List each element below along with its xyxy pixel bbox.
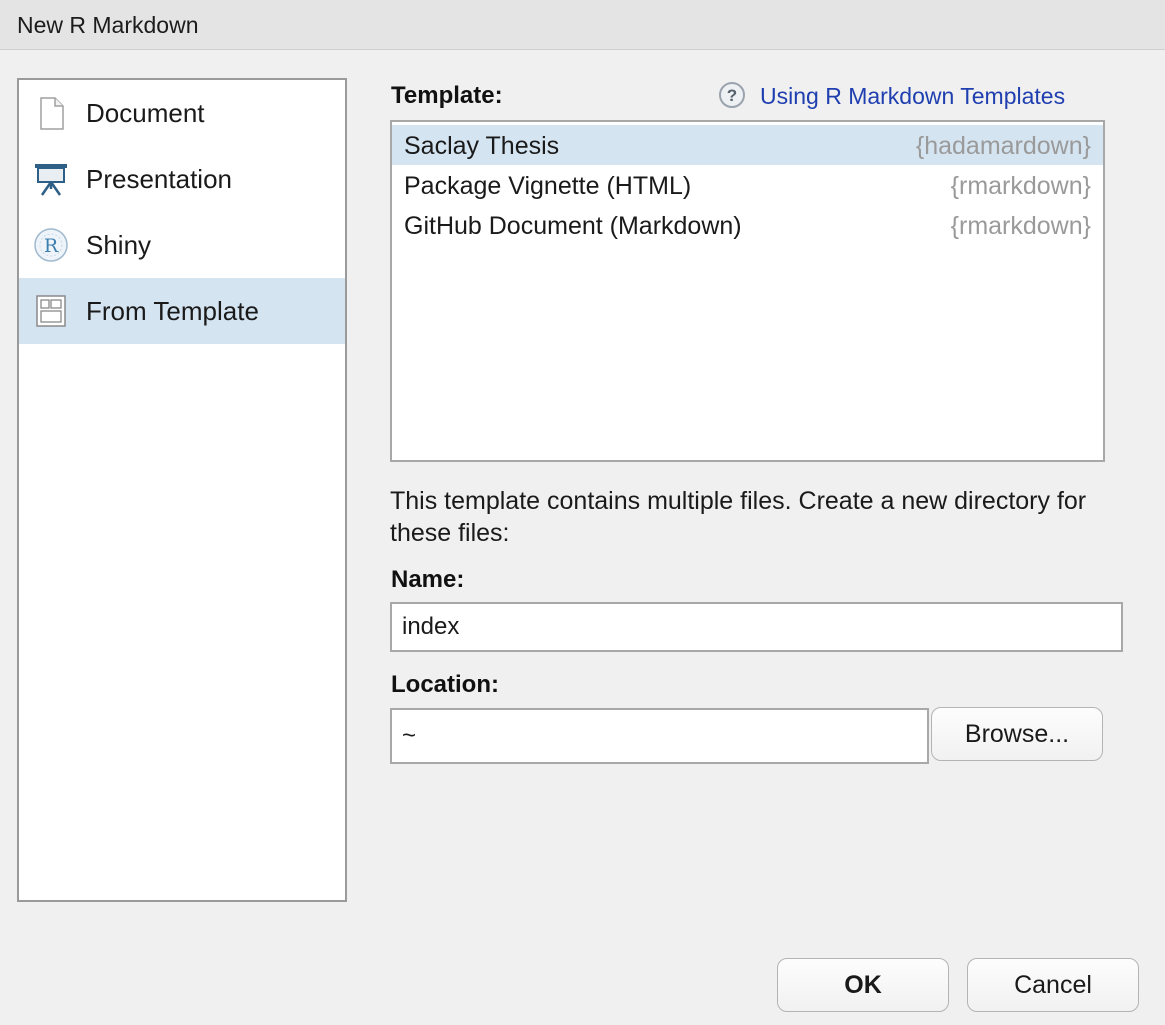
document-icon: [40, 97, 64, 130]
template-label: Template:: [391, 82, 503, 109]
browse-button[interactable]: Browse...: [931, 707, 1103, 761]
template-description: This template contains multiple files. C…: [390, 487, 1087, 547]
presentation-icon: [35, 164, 67, 196]
window-title: New R Markdown: [17, 12, 199, 38]
svg-text:R: R: [44, 235, 59, 257]
sidebar-item-presentation[interactable]: Presentation: [19, 146, 345, 212]
sidebar-item-label: From Template: [86, 296, 259, 326]
sidebar-item-label: Presentation: [86, 164, 232, 194]
name-label: Name:: [391, 566, 465, 593]
cancel-button[interactable]: Cancel: [967, 958, 1139, 1012]
name-input[interactable]: [390, 602, 1123, 652]
title-bar: New R Markdown: [0, 0, 1165, 50]
sidebar-item-shiny[interactable]: R Shiny: [19, 212, 345, 278]
template-package: {hadamardown}: [915, 132, 1091, 160]
template-list[interactable]: Saclay Thesis {hadamardown} Package Vign…: [390, 120, 1105, 462]
document-type-list: Document Presentation R Shiny From Templ…: [17, 78, 347, 902]
help-icon: ?: [719, 82, 745, 108]
sidebar-item-from-template[interactable]: From Template: [19, 278, 345, 344]
template-name: GitHub Document (Markdown): [404, 212, 742, 240]
sidebar-item-document[interactable]: Document: [19, 80, 345, 146]
location-label: Location:: [391, 671, 499, 698]
template-package: {rmarkdown}: [950, 212, 1091, 240]
templates-help-link[interactable]: Using R Markdown Templates: [760, 83, 1065, 110]
template-item[interactable]: Saclay Thesis {hadamardown}: [392, 125, 1103, 165]
template-item[interactable]: GitHub Document (Markdown) {rmarkdown}: [392, 205, 1103, 245]
ok-button[interactable]: OK: [777, 958, 949, 1012]
template-name: Saclay Thesis: [404, 132, 560, 160]
sidebar-item-label: Shiny: [86, 230, 152, 260]
shiny-icon: R: [34, 228, 68, 262]
template-name: Package Vignette (HTML): [404, 172, 692, 200]
sidebar-item-label: Document: [86, 98, 205, 128]
location-input[interactable]: [390, 708, 929, 764]
template-package: {rmarkdown}: [950, 172, 1091, 200]
template-item[interactable]: Package Vignette (HTML) {rmarkdown}: [392, 165, 1103, 205]
template-icon: [36, 295, 66, 327]
